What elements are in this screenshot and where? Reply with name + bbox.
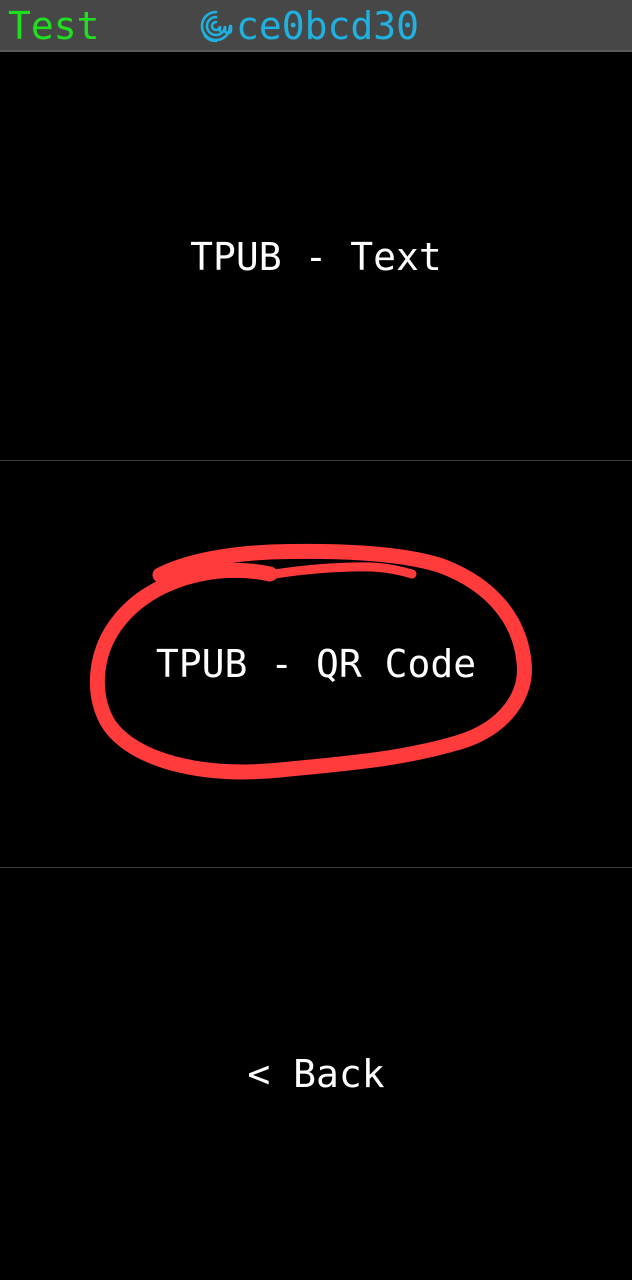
menu-item-label: < Back — [247, 1052, 385, 1096]
fingerprint-icon — [200, 10, 233, 43]
menu-item-back[interactable]: < Back — [0, 868, 632, 1280]
menu-item-tpub-qr-code[interactable]: TPUB - QR Code — [0, 461, 632, 867]
menu-item-tpub-text[interactable]: TPUB - Text — [0, 54, 632, 460]
fingerprint-text: ce0bcd30 — [236, 4, 420, 48]
menu-item-label: TPUB - QR Code — [155, 642, 477, 686]
fingerprint-display: ce0bcd30 — [196, 4, 419, 48]
menu-item-label: TPUB - Text — [190, 235, 442, 279]
status-bar: Test ce0bcd30 — [0, 0, 632, 52]
wallet-name: Test — [8, 4, 100, 48]
